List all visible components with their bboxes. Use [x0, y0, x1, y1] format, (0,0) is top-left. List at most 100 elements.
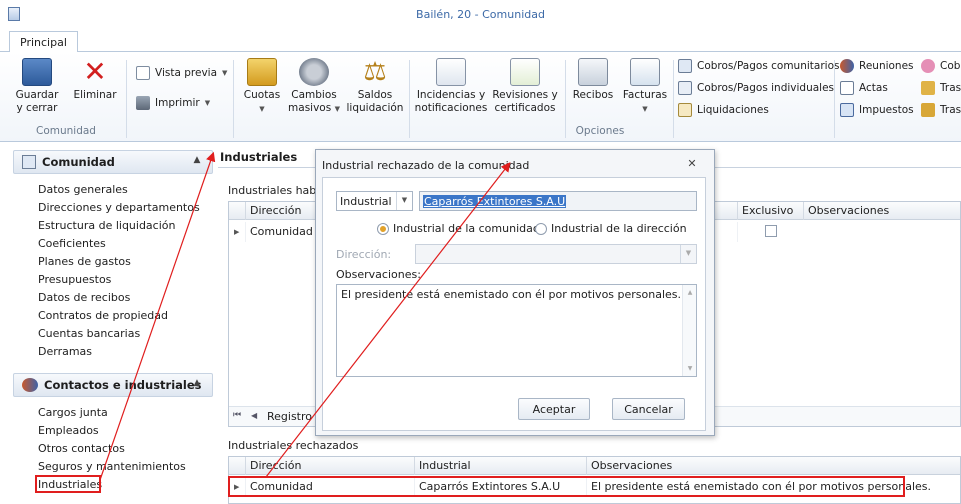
industrial-type-select[interactable]: Industrial ▼ — [336, 191, 413, 211]
grid-header: Dirección Industrial Observaciones — [229, 457, 960, 475]
facturas-button[interactable]: Facturas ▼ — [620, 58, 670, 116]
radio-comunidad-label: Industrial de la comunidad — [393, 222, 540, 235]
close-icon[interactable]: ✕ — [684, 157, 700, 171]
revisiones-label: Revisiones y — [492, 89, 558, 101]
column-header-observaciones[interactable]: Observaciones — [586, 457, 960, 475]
radio-industrial-comunidad[interactable]: Industrial de la comunidad — [377, 222, 540, 235]
cobros-individuales-button[interactable]: Cobros/Pagos individuales — [678, 78, 834, 98]
window-title: Bailén, 20 - Comunidad — [416, 8, 545, 21]
cambios-masivos-button[interactable]: Cambios masivos ▼ — [288, 58, 340, 116]
ribbon-tabstrip: Principal — [0, 28, 961, 53]
incidencias-button[interactable]: Incidencias y notificaciones — [414, 58, 488, 115]
column-header-exclusivo[interactable]: Exclusivo — [737, 202, 803, 220]
observaciones-textarea[interactable]: El presidente está enemistado con él por… — [336, 284, 697, 377]
saldos-label: Saldos — [357, 89, 393, 101]
first-record-icon[interactable]: ⏮ — [233, 410, 241, 420]
cobros-comunitarios-button[interactable]: Cobros/Pagos comunitarios — [678, 56, 839, 76]
nav-header-label: Contactos e industriales — [44, 378, 202, 392]
guardar-cerrar-button[interactable]: Guardar y cerrar — [10, 58, 64, 115]
chevron-down-icon: ▼ — [259, 105, 265, 113]
exclusivo-checkbox[interactable] — [765, 225, 777, 237]
sidebar-item-datos-recibos[interactable]: Datos de recibos — [38, 289, 130, 307]
chevron-down-icon[interactable]: ▼ — [680, 245, 696, 263]
cancelar-button[interactable]: Cancelar — [612, 398, 685, 420]
reuniones-label: Reuniones — [859, 60, 914, 72]
nav-header-contactos[interactable]: Contactos e industriales ▲ — [13, 373, 213, 397]
piggy-bank-icon — [921, 59, 935, 73]
aceptar-button[interactable]: Aceptar — [518, 398, 590, 420]
sidebar-item-cargos-junta[interactable]: Cargos junta — [38, 404, 108, 422]
pencil-document-icon — [840, 81, 854, 95]
industrial-name-field[interactable]: Caparrós Extintores S.A.U — [419, 191, 697, 211]
chevron-down-icon: ▼ — [204, 99, 211, 107]
sidebar-item-cuentas[interactable]: Cuentas bancarias — [38, 325, 140, 343]
actas-button[interactable]: Actas — [840, 78, 888, 98]
navigation-sidebar: Comunidad ▲ Datos generales Direcciones … — [8, 146, 213, 504]
previous-record-icon[interactable]: ◀ — [251, 411, 257, 420]
printer-icon — [136, 96, 150, 110]
vista-previa-button[interactable]: Vista previa ▼ — [136, 63, 227, 83]
tras-label-1: Tras — [940, 82, 961, 94]
column-header-direccion[interactable]: Dirección — [245, 457, 414, 475]
tab-principal[interactable]: Principal — [9, 31, 78, 53]
cerrar-label: y cerrar — [16, 102, 58, 114]
column-header-industrial[interactable]: Industrial — [414, 457, 586, 475]
facturas-label: Facturas — [622, 89, 668, 101]
nav-header-label: Comunidad — [42, 155, 115, 169]
cambios-label: Cambios — [291, 89, 337, 101]
sidebar-item-direcciones[interactable]: Direcciones y departamentos — [38, 199, 200, 217]
document-coins-icon — [678, 103, 692, 117]
scroll-up-icon[interactable]: ▲ — [683, 289, 697, 296]
sidebar-item-otros-contactos[interactable]: Otros contactos — [38, 440, 125, 458]
cob-button[interactable]: Cob — [921, 56, 960, 76]
cell-exclusivo[interactable] — [737, 222, 803, 242]
eliminar-button[interactable]: ✕ Eliminar — [70, 58, 120, 102]
nav-header-comunidad[interactable]: Comunidad ▲ — [13, 150, 213, 174]
radio-unselected-icon — [535, 222, 547, 235]
direccion-select[interactable]: ▼ — [415, 244, 697, 264]
liquidaciones-button[interactable]: Liquidaciones — [678, 100, 769, 120]
delete-icon: ✕ — [83, 55, 107, 88]
actas-label: Actas — [859, 82, 888, 94]
annotation-highlight-rejected-row — [228, 476, 905, 497]
observaciones-label: Observaciones: — [336, 268, 421, 281]
revisiones-button[interactable]: Revisiones y certificados — [490, 58, 560, 115]
chevron-down-icon: ▼ — [642, 105, 648, 113]
reuniones-button[interactable]: Reuniones — [840, 56, 914, 76]
ribbon: Guardar y cerrar ✕ Eliminar Comunidad Vi… — [0, 52, 961, 142]
preview-icon — [136, 66, 150, 80]
invoice-icon — [630, 58, 660, 86]
chevron-up-icon[interactable]: ▲ — [190, 155, 204, 169]
eliminar-label: Eliminar — [73, 89, 117, 101]
chevron-down-icon[interactable]: ▼ — [396, 192, 412, 210]
scrollbar[interactable]: ▲ ▼ — [682, 285, 696, 376]
tras-button-2[interactable]: Tras — [921, 100, 961, 120]
sidebar-item-planes-gastos[interactable]: Planes de gastos — [38, 253, 131, 271]
chevron-down-icon: ▼ — [334, 105, 340, 113]
masivos-label: masivos — [288, 102, 332, 114]
impuestos-button[interactable]: Impuestos — [840, 100, 914, 120]
chevron-up-icon[interactable]: ▲ — [190, 378, 204, 392]
sidebar-item-seguros[interactable]: Seguros y mantenimientos — [38, 458, 186, 476]
imprimir-button[interactable]: Imprimir ▼ — [136, 93, 210, 113]
sidebar-item-presupuestos[interactable]: Presupuestos — [38, 271, 111, 289]
column-header-observaciones[interactable]: Observaciones — [803, 202, 960, 220]
row-indicator-icon: ▶ — [234, 228, 240, 236]
scroll-down-icon[interactable]: ▼ — [683, 365, 697, 372]
saldos-liquidacion-button[interactable]: ⚖ Saldos liquidación — [346, 58, 404, 115]
vista-previa-label: Vista previa — [155, 67, 218, 79]
sidebar-item-estructura[interactable]: Estructura de liquidación — [38, 217, 175, 235]
sidebar-item-derramas[interactable]: Derramas — [38, 343, 92, 361]
cuotas-button[interactable]: Cuotas ▼ — [240, 58, 284, 116]
scales-icon: ⚖ — [363, 57, 387, 87]
sidebar-item-datos-generales[interactable]: Datos generales — [38, 181, 128, 199]
recibos-button[interactable]: Recibos — [570, 58, 616, 102]
radio-industrial-direccion[interactable]: Industrial de la dirección — [535, 222, 687, 235]
sidebar-item-empleados[interactable]: Empleados — [38, 422, 99, 440]
sidebar-item-coeficientes[interactable]: Coeficientes — [38, 235, 106, 253]
save-icon — [22, 58, 52, 86]
sidebar-item-contratos[interactable]: Contratos de propiedad — [38, 307, 168, 325]
people-icon — [22, 378, 38, 392]
tax-icon — [840, 103, 854, 117]
tras-button-1[interactable]: Tras — [921, 78, 961, 98]
